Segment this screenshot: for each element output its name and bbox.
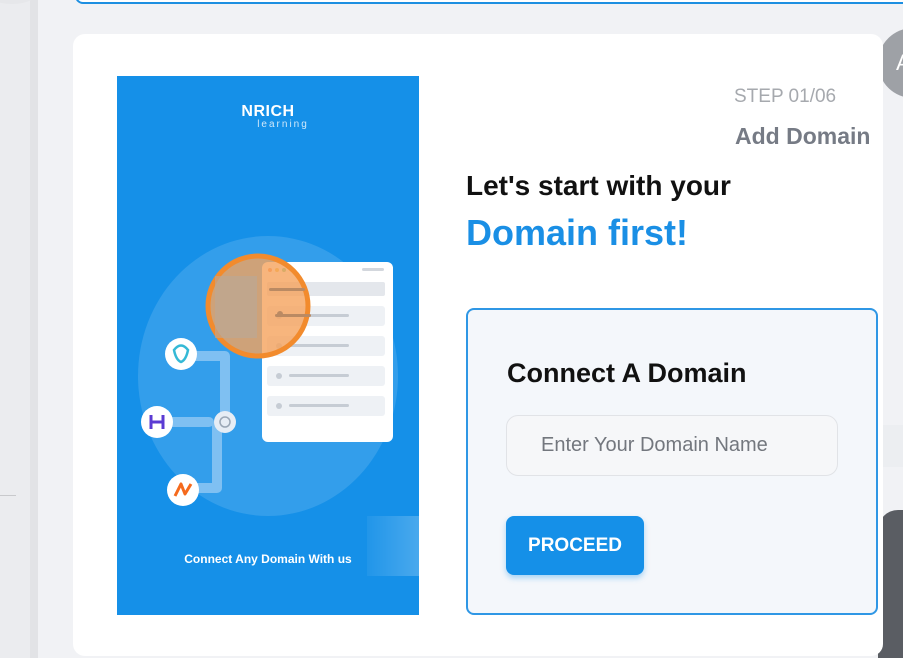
left-divider (0, 495, 16, 496)
left-sidebar-strip (0, 0, 30, 658)
promo-fade (367, 516, 419, 576)
headline-line-1: Let's start with your (466, 170, 731, 201)
provider-icon-1 (165, 338, 197, 370)
avatar-initial: A (896, 50, 903, 75)
nrich-logo: NRICH learning (117, 103, 419, 130)
promo-caption: Connect Any Domain With us (184, 552, 352, 566)
headline-line-2: Domain first! (466, 212, 689, 253)
step-title: Add Domain (735, 123, 871, 149)
magnifier-icon (205, 253, 311, 359)
logo-sub-text: learning (257, 119, 309, 130)
form-title: Connect A Domain (507, 358, 747, 388)
provider-icon-3 (167, 474, 199, 506)
step-counter: STEP 01/06 (734, 86, 837, 107)
left-sidebar-edge (30, 0, 38, 658)
promo-panel: NRICH learning Connect Any Domain With u… (117, 76, 419, 615)
provider-icon-2 (141, 406, 173, 438)
proceed-button[interactable]: PROCEED (506, 516, 644, 575)
top-panel-edge (75, 0, 903, 4)
domain-illustration (138, 236, 398, 516)
domain-name-input[interactable] (506, 415, 838, 476)
